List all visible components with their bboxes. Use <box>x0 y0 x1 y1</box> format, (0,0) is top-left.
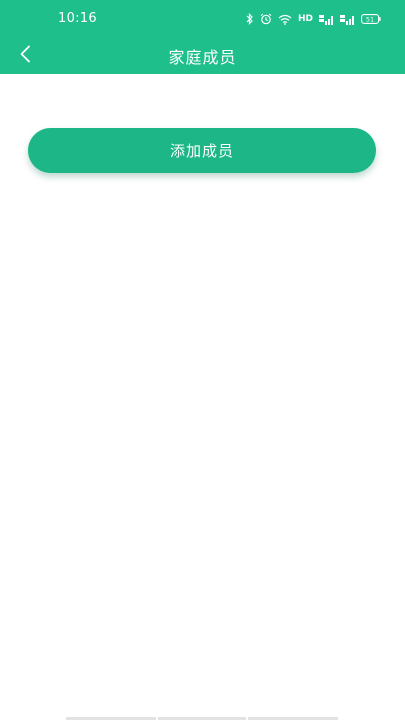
battery-icon: 51 <box>361 14 381 24</box>
bluetooth-icon <box>246 13 253 25</box>
signal-icon-sim2 <box>340 14 354 25</box>
status-time: 10:16 <box>58 11 97 26</box>
hd-indicator: HD <box>297 14 313 24</box>
status-icons: HD 51 <box>246 12 381 26</box>
add-member-button[interactable]: 添加成员 <box>28 128 376 173</box>
status-bar: 10:16 HD 51 <box>0 0 405 38</box>
add-member-label: 添加成员 <box>169 143 234 160</box>
page-title: 家庭成员 <box>168 48 237 67</box>
signal-icon-sim1 <box>319 14 333 25</box>
home-indicator <box>0 716 405 720</box>
wifi-icon <box>278 14 292 25</box>
battery-level: 51 <box>366 16 374 24</box>
app-header: 10:16 HD 51 家庭成员 <box>0 0 405 74</box>
nav-bar: 家庭成员 <box>0 38 405 74</box>
alarm-icon <box>260 13 272 25</box>
